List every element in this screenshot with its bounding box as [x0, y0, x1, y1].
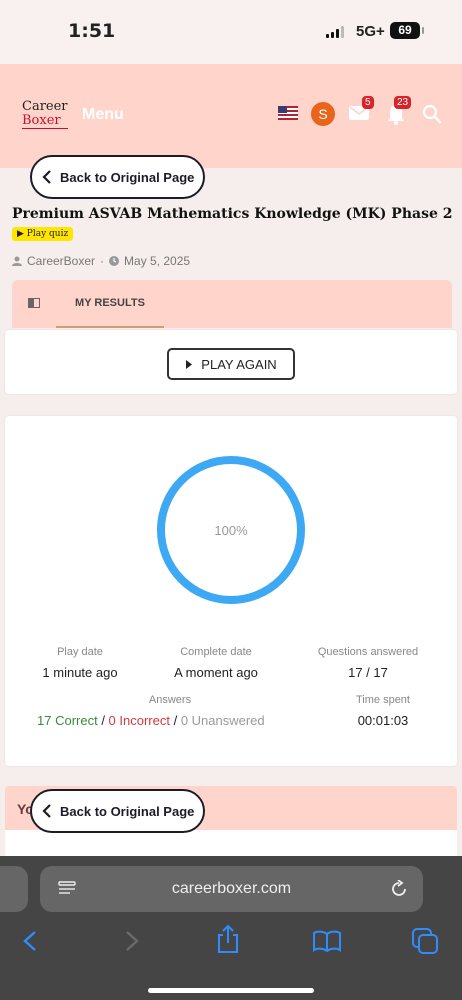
complete-date-value: A moment ago: [174, 665, 258, 680]
browser-toolbar: careerboxer.com: [0, 856, 462, 1000]
back-arrow-icon[interactable]: [22, 930, 38, 952]
time-spent-value: 00:01:03: [357, 713, 409, 728]
share-icon[interactable]: [216, 924, 240, 954]
quiz-author[interactable]: CareerBoxer: [27, 254, 95, 268]
clock-icon: [109, 256, 120, 266]
site-logo[interactable]: Career Boxer: [22, 100, 68, 129]
notifications-button[interactable]: 23: [386, 96, 412, 131]
results-tabs: MY RESULTS: [12, 280, 452, 328]
play-icon: [186, 359, 193, 369]
play-date-value: 1 minute ago: [42, 665, 118, 680]
play-again-label: PLAY AGAIN: [201, 356, 277, 372]
answers-breakdown: 17 Correct / 0 Incorrect / 0 Unanswered: [37, 713, 307, 728]
chevron-left-icon: [42, 804, 51, 818]
your-answers-body: [5, 830, 457, 856]
url-text: careerboxer.com: [171, 880, 292, 897]
battery-icon: 69: [390, 22, 424, 39]
questions-answered-value: 17 / 17: [348, 665, 388, 680]
meta-separator: ·: [100, 254, 105, 268]
logo-bottom-text: Boxer: [22, 114, 68, 129]
play-quiz-label: Play quiz: [26, 229, 69, 239]
tabs-icon[interactable]: [412, 928, 438, 954]
answers-label: Answers: [148, 694, 192, 706]
play-quiz-tag[interactable]: ▶ Play quiz: [12, 227, 74, 241]
unanswered-count: 0 Unanswered: [180, 713, 265, 728]
score-ring: 100%: [157, 456, 305, 604]
home-indicator[interactable]: [148, 988, 314, 993]
answers-separator: /: [97, 713, 109, 728]
chevron-left-icon: [42, 170, 51, 184]
results-card: 100% Play date 1 minute ago Complete dat…: [5, 416, 457, 766]
bookmarks-icon[interactable]: [312, 930, 342, 952]
play-again-button[interactable]: PLAY AGAIN: [167, 348, 295, 380]
play-date-label: Play date: [57, 646, 103, 658]
previous-tab-preview[interactable]: [0, 866, 28, 912]
back-to-original-button[interactable]: Back to Original Page: [30, 155, 205, 199]
network-type: 5G+: [356, 23, 385, 40]
score-text: 100%: [214, 523, 248, 538]
avatar[interactable]: S: [311, 102, 335, 126]
search-icon[interactable]: [422, 104, 442, 124]
mail-badge: 5: [362, 96, 374, 109]
reload-icon[interactable]: [390, 880, 408, 898]
forward-arrow-icon[interactable]: [124, 930, 140, 952]
menu-link[interactable]: Menu: [82, 106, 124, 124]
mail-button[interactable]: 5: [348, 96, 374, 127]
battery-level: 69: [398, 23, 412, 37]
user-icon: [12, 256, 22, 266]
questions-answered-label: Questions answered: [317, 646, 419, 658]
card-icon[interactable]: [28, 298, 40, 308]
address-bar[interactable]: careerboxer.com: [40, 866, 423, 912]
play-again-card: PLAY AGAIN: [5, 330, 457, 394]
status-time: 1:51: [68, 20, 116, 42]
notification-badge: 23: [394, 96, 412, 109]
quiz-date: May 5, 2025: [124, 254, 191, 268]
page-title: Premium ASVAB Mathematics Knowledge (MK)…: [12, 206, 453, 222]
signal-icon: [326, 26, 344, 38]
correct-count: 17 Correct: [37, 713, 98, 728]
time-spent-label: Time spent: [355, 694, 410, 706]
answers-separator: /: [169, 713, 181, 728]
quiz-meta: CareerBoxer · May 5, 2025: [12, 254, 190, 268]
complete-date-label: Complete date: [180, 646, 252, 658]
back-button-label: Back to Original Page: [60, 803, 195, 819]
back-button-label: Back to Original Page: [60, 169, 195, 185]
logo-top-text: Career: [22, 99, 68, 114]
incorrect-count: 0 Incorrect: [108, 713, 170, 728]
tab-my-results[interactable]: MY RESULTS: [56, 280, 164, 328]
back-to-original-button-floating[interactable]: Back to Original Page: [30, 789, 205, 833]
status-bar: 1:51 5G+ 69: [0, 0, 462, 64]
us-flag-icon[interactable]: [278, 106, 298, 120]
